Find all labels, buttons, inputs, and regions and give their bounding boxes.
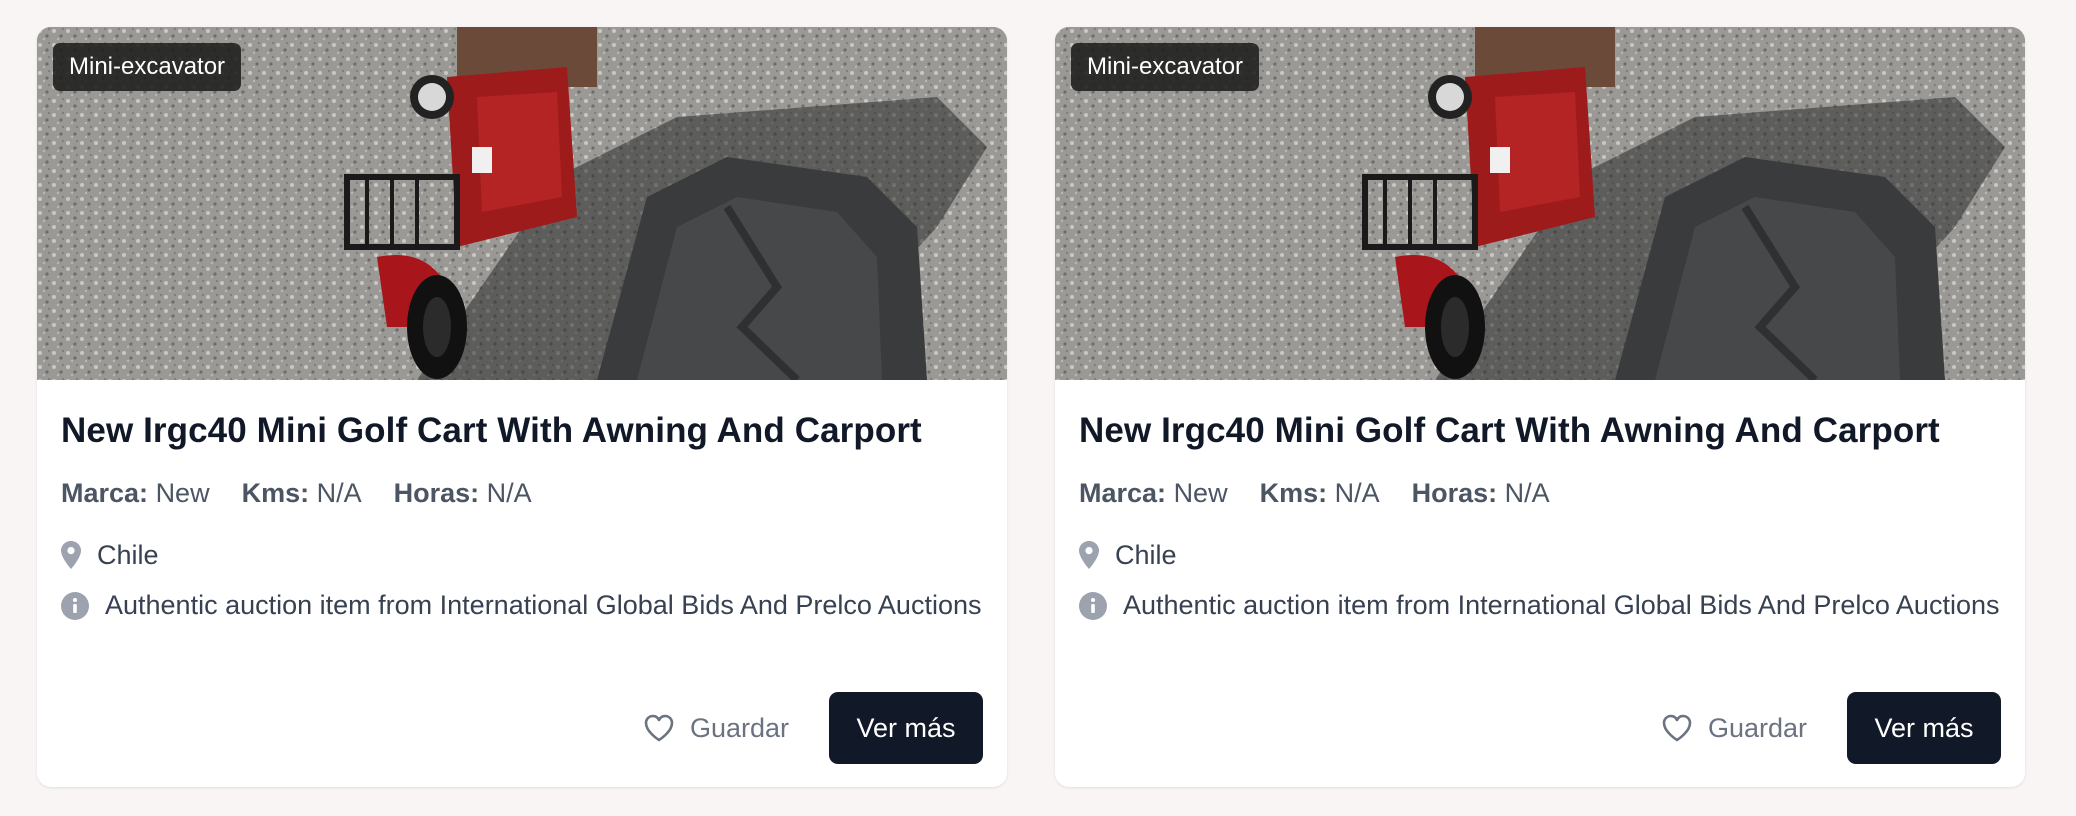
spec-marca: Marca: New xyxy=(61,476,210,510)
spec-horas-label: Horas: xyxy=(393,478,480,508)
spec-horas-value: N/A xyxy=(486,478,532,508)
spec-marca-value: New xyxy=(1173,478,1228,508)
listing-description: Authentic auction item from Internationa… xyxy=(1079,585,2001,625)
listing-photo[interactable]: Mini-excavator xyxy=(1055,27,2025,380)
spec-marca-value: New xyxy=(155,478,210,508)
listing-location: Chile xyxy=(61,538,983,572)
listing-grid: Mini-excavator New Irgc40 Mini Golf Cart… xyxy=(0,0,2076,816)
spec-kms: Kms: N/A xyxy=(242,476,362,510)
spec-horas: Horas: N/A xyxy=(394,476,532,510)
spec-horas: Horas: N/A xyxy=(1412,476,1550,510)
listing-specs: Marca: New Kms: N/A Horas: N/A xyxy=(1079,476,2001,510)
spec-kms-label: Kms: xyxy=(1259,478,1328,508)
listing-title[interactable]: New Irgc40 Mini Golf Cart With Awning An… xyxy=(61,380,983,452)
listing-description: Authentic auction item from Internationa… xyxy=(61,585,983,625)
category-badge: Mini-excavator xyxy=(53,43,242,91)
save-button[interactable]: Guardar xyxy=(1662,713,1807,744)
spec-kms-value: N/A xyxy=(1334,478,1380,508)
category-badge: Mini-excavator xyxy=(1071,43,1260,91)
heart-icon xyxy=(1662,714,1692,742)
card-actions: Guardar Ver más xyxy=(1662,692,2001,764)
map-pin-icon xyxy=(61,541,81,569)
spec-marca-label: Marca: xyxy=(61,478,149,508)
location-text: Chile xyxy=(1115,540,1177,570)
spec-marca-label: Marca: xyxy=(1079,478,1167,508)
listing-title[interactable]: New Irgc40 Mini Golf Cart With Awning An… xyxy=(1079,380,2001,452)
save-button[interactable]: Guardar xyxy=(644,713,789,744)
location-text: Chile xyxy=(97,540,159,570)
description-text: Authentic auction item from Internationa… xyxy=(1123,590,2000,620)
save-label: Guardar xyxy=(1707,712,1807,743)
spec-horas-value: N/A xyxy=(1504,478,1550,508)
description-text: Authentic auction item from Internationa… xyxy=(105,590,982,620)
info-icon xyxy=(61,592,89,620)
listing-photo[interactable]: Mini-excavator xyxy=(37,27,1007,380)
heart-icon xyxy=(644,714,674,742)
view-more-button[interactable]: Ver más xyxy=(829,692,983,764)
listing-location: Chile xyxy=(1079,538,2001,572)
view-more-button[interactable]: Ver más xyxy=(1847,692,2001,764)
spec-kms: Kms: N/A xyxy=(1260,476,1380,510)
spec-kms-label: Kms: xyxy=(241,478,310,508)
listing-card[interactable]: Mini-excavator New Irgc40 Mini Golf Cart… xyxy=(1055,27,2025,787)
card-actions: Guardar Ver más xyxy=(644,692,983,764)
spec-horas-label: Horas: xyxy=(1411,478,1498,508)
listing-card[interactable]: Mini-excavator New Irgc40 Mini Golf Cart… xyxy=(37,27,1007,787)
spec-kms-value: N/A xyxy=(316,478,362,508)
info-icon xyxy=(1079,592,1107,620)
save-label: Guardar xyxy=(689,712,789,743)
listing-specs: Marca: New Kms: N/A Horas: N/A xyxy=(61,476,983,510)
map-pin-icon xyxy=(1079,541,1099,569)
spec-marca: Marca: New xyxy=(1079,476,1228,510)
